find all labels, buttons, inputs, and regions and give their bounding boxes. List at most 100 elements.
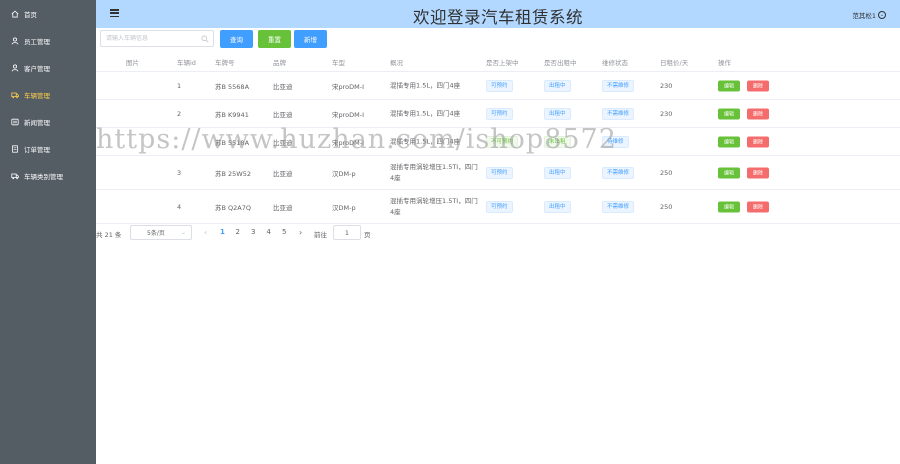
listed-status-tag: 可预约 [486, 107, 513, 120]
user-icon [10, 36, 19, 45]
sidebar-item[interactable]: 员工管理 [0, 27, 96, 54]
rent-status-cell: 未出租 [544, 135, 571, 148]
user-icon [10, 63, 19, 72]
page-number[interactable]: 4 [267, 228, 271, 236]
rent-status-tag: 未出租 [544, 135, 571, 148]
vehicle-id: 4 [177, 202, 182, 211]
query-button[interactable]: 查询 [220, 30, 253, 48]
sidebar-item[interactable]: 车辆管理 [0, 81, 96, 108]
daily-price: 230 [660, 109, 673, 118]
delete-button[interactable]: 删除 [747, 136, 769, 147]
reset-button[interactable]: 重置 [258, 30, 291, 48]
sidebar-item[interactable]: 新闻管理 [0, 108, 96, 135]
brand: 比亚迪 [273, 169, 293, 178]
delete-button[interactable]: 删除 [747, 80, 769, 91]
plate-number: 苏B 25W52 [215, 169, 251, 178]
edit-button[interactable]: 编辑 [718, 80, 740, 91]
page-number[interactable]: 3 [251, 228, 255, 236]
total-count: 共 21 条 [96, 231, 122, 239]
repair-status-tag: 待维修 [602, 135, 629, 148]
page-number[interactable]: 5 [282, 228, 286, 236]
repair-status-cell: 待维修 [602, 135, 629, 148]
column-header: 是否出租中 [544, 58, 577, 67]
add-button[interactable]: 新增 [294, 30, 327, 48]
listed-status-cell: 可预约 [486, 79, 513, 92]
page-size-value: 5条/页 [147, 230, 165, 237]
user-menu[interactable]: 范其松1 ⌄ [852, 10, 886, 20]
rent-status-cell: 出租中 [544, 200, 571, 213]
listed-status-cell: 可预约 [486, 166, 513, 179]
column-header: 车辆id [177, 58, 196, 67]
sidebar-item[interactable]: 客户管理 [0, 54, 96, 81]
edit-button[interactable]: 编辑 [718, 136, 740, 147]
daily-price: 250 [660, 202, 673, 211]
column-header: 日租价/天 [660, 58, 689, 67]
edit-button[interactable]: 编辑 [718, 167, 740, 178]
column-header: 是否上架中 [486, 58, 519, 67]
vehicle-id: 2 [177, 109, 182, 118]
column-header: 操作 [718, 58, 731, 67]
table-body: 1 苏B 5568A 比亚迪 宋proDM-I 混插专用1.5L，四门4座 可预约 出租中不… [96, 72, 900, 224]
row-actions: 编辑 删除 [718, 108, 769, 119]
listed-status-cell: 可预约 [486, 107, 513, 120]
vehicle-id: 1 [177, 81, 182, 90]
listed-status-cell: 可预约 [486, 200, 513, 213]
sidebar-item-label: 车辆管理 [24, 91, 50, 100]
delete-button[interactable]: 删除 [747, 201, 769, 212]
page-number[interactable]: 2 [236, 228, 240, 236]
prev-page-icon[interactable]: ‹ [204, 228, 207, 237]
car-icon [10, 171, 19, 180]
header: 欢迎登录汽车租赁系统 范其松1 ⌄ [96, 0, 900, 28]
sidebar-item[interactable]: 车辆类别管理 [0, 162, 96, 189]
brand: 比亚迪 [273, 138, 293, 147]
rent-status-cell: 出租中 [544, 166, 571, 179]
rent-status-cell: 出租中 [544, 79, 571, 92]
plate-number: 苏B K9941 [215, 110, 249, 119]
brand: 比亚迪 [273, 82, 293, 91]
next-page-icon[interactable]: › [299, 228, 302, 237]
pagination: 共 21 条 5条/页 ⌄ ‹ 1 2 3 4 5 › 前往 页 [96, 225, 900, 241]
rent-status-cell: 出租中 [544, 107, 571, 120]
sidebar-item-label: 车辆类别管理 [24, 172, 63, 181]
delete-button[interactable]: 删除 [747, 167, 769, 178]
search-input[interactable] [106, 35, 196, 42]
rent-status-tag: 出租中 [544, 79, 571, 92]
daily-price: 230 [660, 81, 673, 90]
edit-button[interactable]: 编辑 [718, 201, 740, 212]
sidebar-item-label: 员工管理 [24, 37, 50, 46]
sidebar: 首页员工管理客户管理车辆管理新闻管理 订单管理车辆类别管理 [0, 0, 96, 464]
column-header: 品牌 [273, 58, 286, 67]
model: 宋proDM-I [332, 110, 365, 119]
sidebar-item-label: 客户管理 [24, 64, 50, 73]
page-number[interactable]: 1 [220, 228, 225, 236]
sidebar-item[interactable]: 订单管理 [0, 135, 96, 162]
sidebar-item[interactable]: 首页 [0, 0, 96, 27]
summary: 混插专用1.5L，四门4座 [390, 109, 461, 117]
repair-status-tag: 不需维修 [602, 79, 635, 92]
repair-status-cell: 不需维修 [602, 107, 635, 120]
chevron-down-icon: ⌄ [180, 229, 186, 236]
search-icon[interactable] [201, 35, 209, 43]
rent-status-tag: 出租中 [544, 166, 571, 179]
plate-number: 苏B 5518A [215, 138, 250, 147]
repair-status-cell: 不需维修 [602, 200, 635, 213]
row-actions: 编辑 删除 [718, 80, 769, 91]
summary: 混插专用涡轮增压1.5TI，四门4座 [390, 196, 478, 216]
page-title: 欢迎登录汽车租赁系统 [413, 8, 583, 27]
goto-page-input[interactable] [333, 225, 361, 240]
column-header: 图片 [126, 58, 139, 67]
car-icon [10, 90, 19, 99]
listed-status-tag: 可预约 [486, 166, 513, 179]
table-row: 3 苏B 25W52 比亚迪 汉DM-p 混插专用涡轮增压1.5TI，四门4座 可预约 出租… [96, 156, 900, 190]
news-icon [10, 117, 19, 126]
brand: 比亚迪 [273, 203, 293, 212]
row-actions: 编辑 删除 [718, 136, 769, 147]
listed-status-tag: 可预约 [486, 79, 513, 92]
search-box [100, 30, 214, 47]
page-size-select[interactable]: 5条/页 ⌄ [130, 225, 192, 240]
daily-price: 250 [660, 168, 673, 177]
model: 宋proDM-I [332, 82, 365, 91]
delete-button[interactable]: 删除 [747, 108, 769, 119]
edit-button[interactable]: 编辑 [718, 108, 740, 119]
goto-label: 前往 [314, 231, 327, 239]
